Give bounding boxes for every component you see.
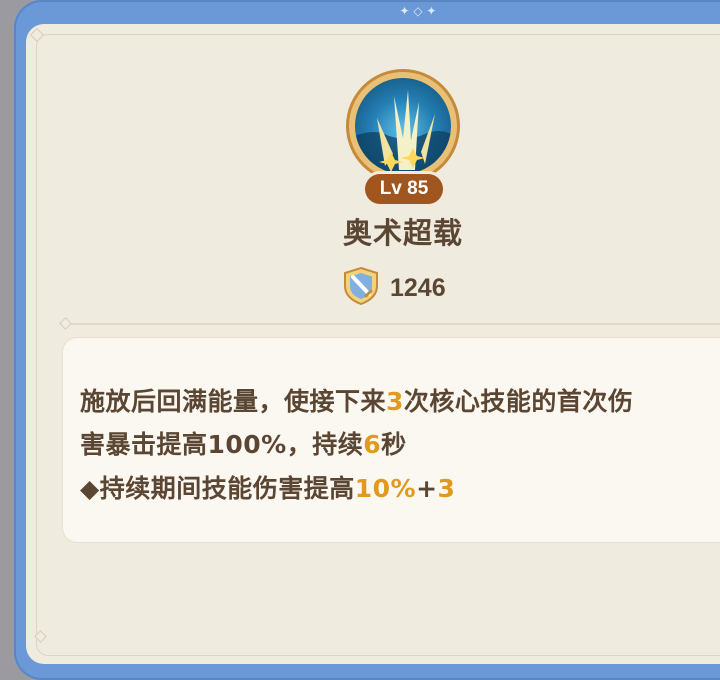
description-text: 秒 (381, 430, 407, 459)
power-row: 1246 (342, 266, 446, 310)
highlight-value: 6 (363, 430, 382, 459)
description-text: 次核心技能的首次伤 (403, 387, 634, 416)
level-badge: Lv 85 (365, 174, 443, 204)
skill-name: 奥术超载 (342, 216, 463, 250)
description-text: ◆持续期间技能伤害提高 (80, 474, 355, 503)
description-line-3: ◆持续期间技能伤害提高10%+3 (80, 469, 455, 505)
shield-sword-icon (342, 266, 380, 310)
description-line-1: 施放后回满能量，使接下来3次核心技能的首次伤 (80, 382, 633, 418)
power-value: 1246 (390, 273, 446, 302)
description-text: + (416, 474, 438, 503)
description-text: 施放后回满能量，使接下来 (80, 387, 387, 416)
highlight-value: 10% (354, 474, 417, 503)
description-line-2: 害暴击提高100%，持续6秒 (80, 425, 407, 461)
highlight-value: 3 (386, 387, 404, 416)
frame-ornament: ✦ ◇ ✦ (399, 4, 437, 18)
arcane-overload-icon[interactable] (349, 72, 457, 180)
description-text: 害暴击提高100%，持续 (80, 430, 364, 459)
section-divider (60, 323, 720, 325)
highlight-value: 3 (437, 474, 456, 503)
